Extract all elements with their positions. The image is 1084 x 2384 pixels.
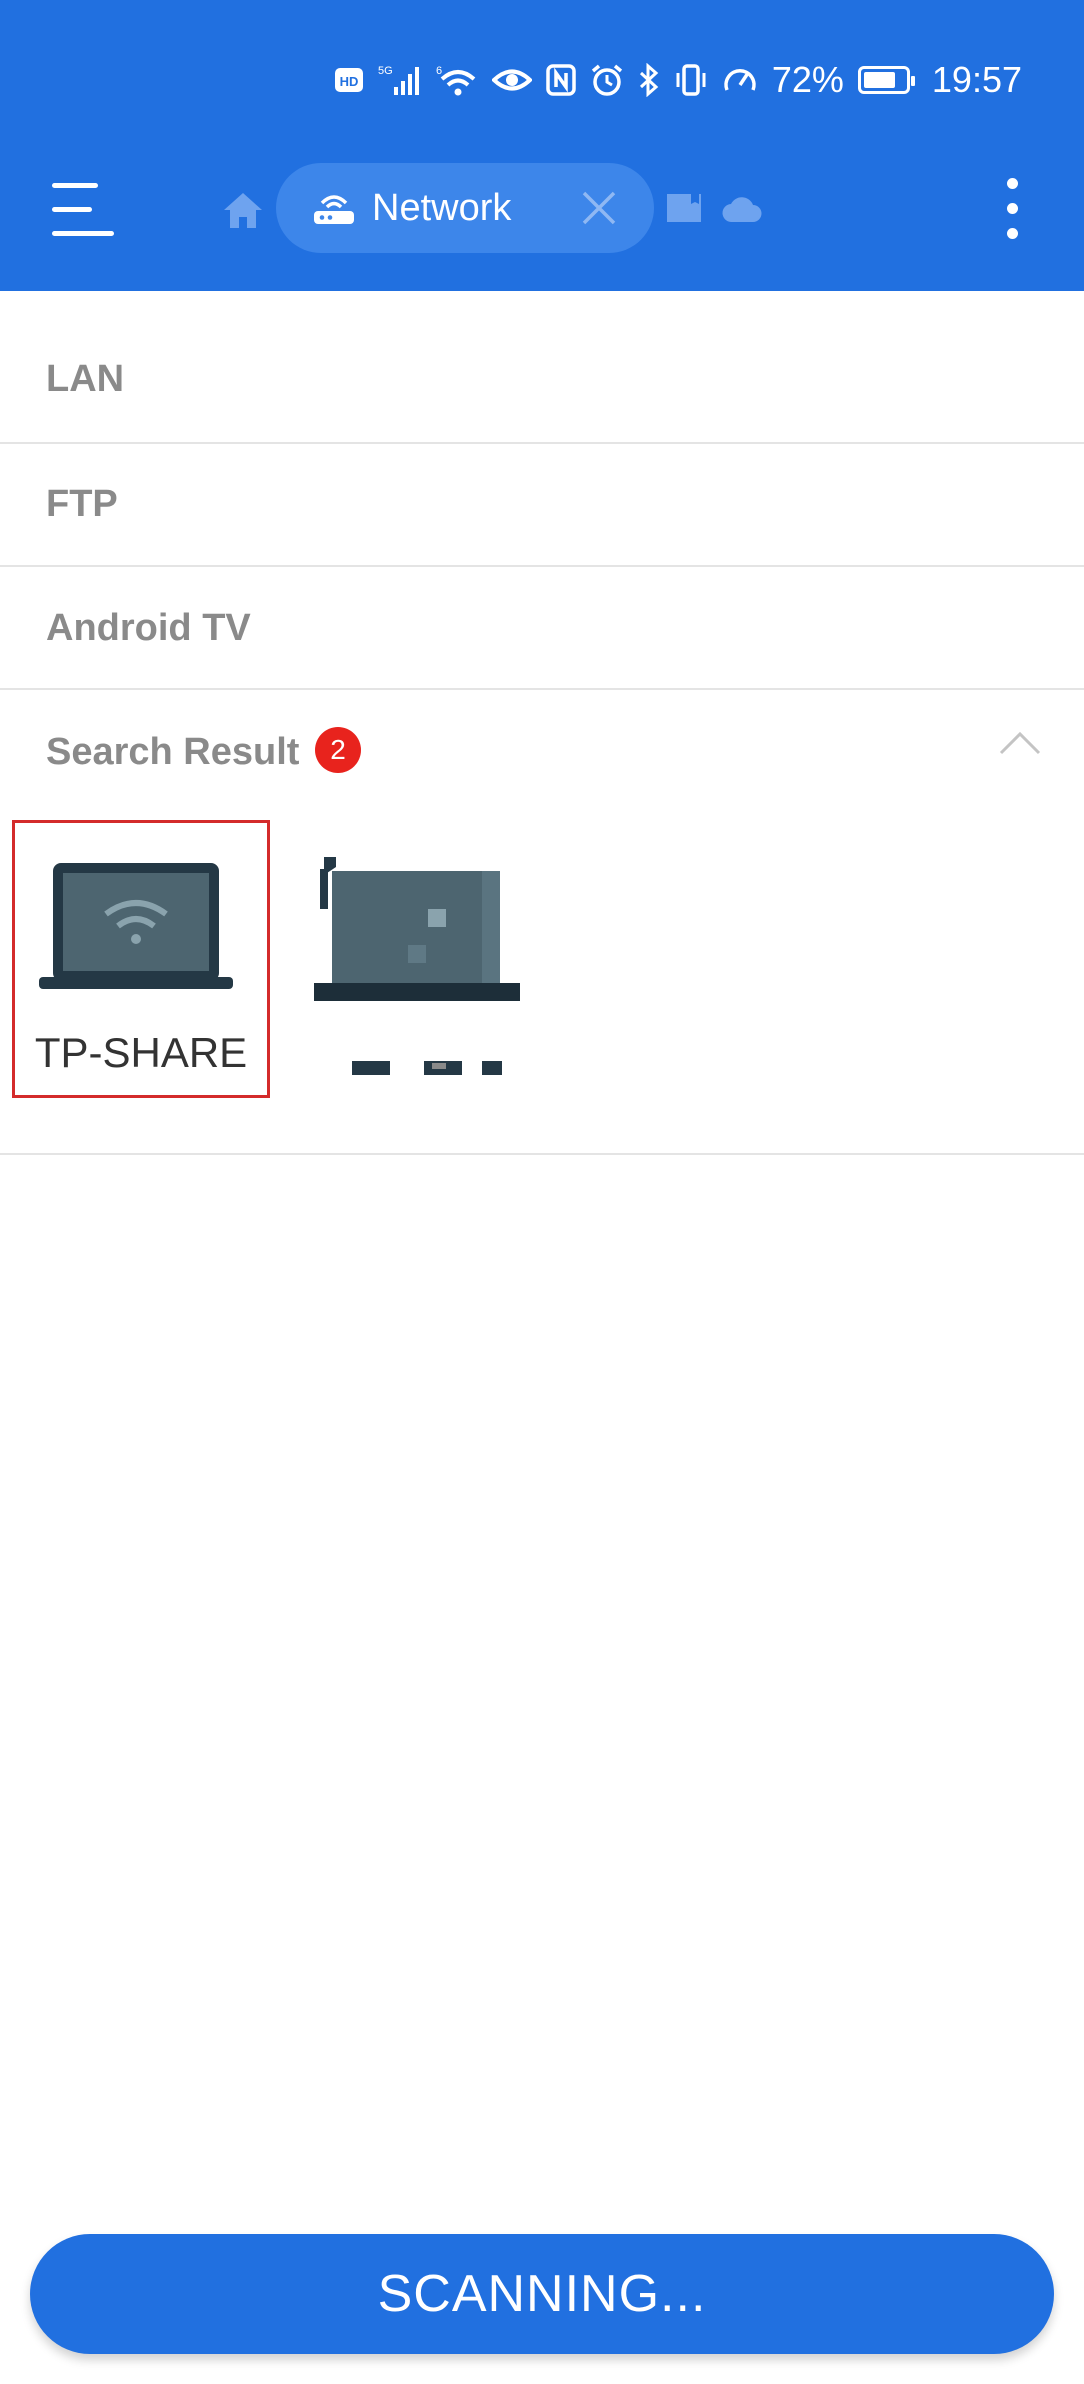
home-icon[interactable] [222,190,264,230]
search-result-count-badge: 2 [315,727,361,773]
device-name: TP-SHARE [34,1029,248,1076]
5g-signal-icon: 5G [378,65,419,95]
section-search-result-label: Search Result [46,731,300,773]
bluetooth-icon [639,63,659,97]
sd-card-icon[interactable] [665,190,703,226]
section-lan-label: LAN [46,358,125,400]
battery-percentage: 72% [771,59,844,100]
more-icon[interactable] [1002,176,1022,240]
router-icon [314,195,354,224]
laptop-icon [314,857,520,1075]
chevron-up-icon[interactable] [998,730,1042,756]
section-android-tv[interactable]: Android TV [0,567,1084,690]
section-lan[interactable]: LAN [0,291,1084,444]
svg-text:5G: 5G [378,65,393,77]
scanning-button[interactable]: SCANNING... [30,2234,1054,2354]
cloud-icon[interactable] [722,194,762,224]
tab-network-label: Network [372,186,512,229]
app-header: HD 5G 6 72% 19:57 Network [0,0,1084,291]
device-item[interactable]: TP-SHARE [12,820,270,1098]
vibrate-icon [676,64,706,96]
laptop-wifi-icon [39,863,233,989]
svg-text:6: 6 [436,65,442,77]
eye-icon [491,69,532,91]
nfc-icon [546,64,576,96]
close-icon[interactable] [580,189,618,227]
menu-icon[interactable] [52,183,114,237]
status-bar: HD 5G 6 72% 19:57 [334,56,1022,104]
wifi-6-icon: 6 [436,65,476,96]
alarm-icon [591,64,622,96]
battery-icon [857,66,915,94]
clock: 19:57 [931,59,1022,100]
section-android-tv-label: Android TV [46,607,251,649]
hd-icon: HD [334,68,363,92]
section-ftp-label: FTP [46,483,118,525]
tab-network[interactable]: Network [276,163,654,253]
section-ftp[interactable]: FTP [0,444,1084,567]
speed-icon [724,69,756,91]
svg-text:HD: HD [339,74,358,89]
device-item[interactable] [312,855,524,1075]
